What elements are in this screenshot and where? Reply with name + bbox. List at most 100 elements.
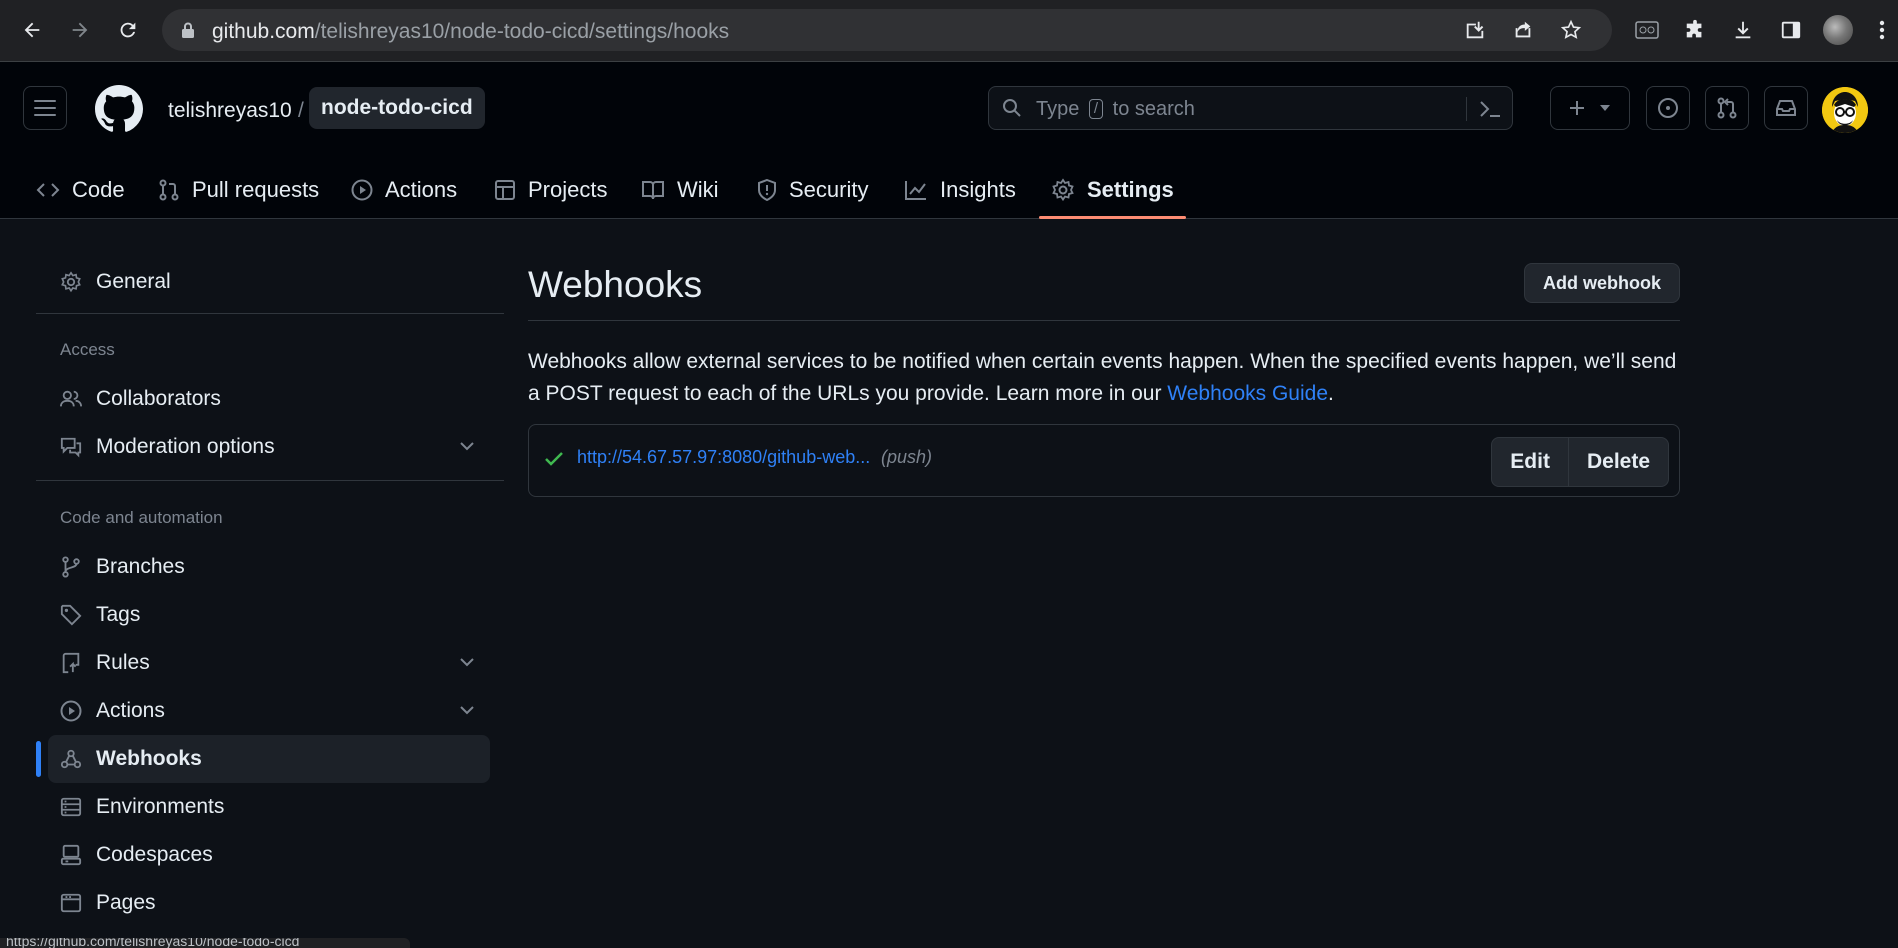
sidebar-item-tags[interactable]: Tags <box>48 591 490 639</box>
edit-webhook-button[interactable]: Edit <box>1492 438 1569 486</box>
create-new-button[interactable] <box>1550 86 1630 130</box>
webhook-actions: Edit Delete <box>1491 437 1669 487</box>
sidebar-item-label: Rules <box>96 651 150 674</box>
repo-name-link[interactable]: node-todo-cicd <box>309 87 485 129</box>
browser-icon <box>60 892 82 914</box>
tab-settings[interactable]: Settings <box>1039 162 1186 219</box>
webhooks-guide-link[interactable]: Webhooks Guide <box>1167 382 1328 405</box>
sidebar-item-label: Branches <box>96 555 185 578</box>
codespaces-icon <box>60 844 82 866</box>
table-icon <box>494 179 516 201</box>
extensions-puzzle-icon[interactable] <box>1679 14 1711 46</box>
repo-owner-link[interactable]: telishreyas10 <box>168 99 292 123</box>
check-icon <box>543 448 565 470</box>
search-shortcut-key: / <box>1088 99 1104 119</box>
pull-requests-button[interactable] <box>1705 86 1749 130</box>
search-icon <box>1002 98 1022 118</box>
search-placeholder-suffix: to search <box>1112 98 1195 120</box>
tab-actions[interactable]: Actions <box>351 162 457 218</box>
tab-projects[interactable]: Projects <box>494 162 607 218</box>
browser-profile-avatar[interactable] <box>1823 15 1853 45</box>
reload-button[interactable] <box>112 14 144 46</box>
github-header: telishreyas10 / node-todo-cicd Type / to… <box>0 62 1898 219</box>
webhook-events: (push) <box>881 447 933 467</box>
chevron-down-icon <box>458 701 476 719</box>
extension-icon[interactable] <box>1631 14 1663 46</box>
delete-webhook-button[interactable]: Delete <box>1569 438 1668 486</box>
page-title: Webhooks <box>528 264 703 305</box>
side-panel-icon[interactable] <box>1775 14 1807 46</box>
sidebar-item-label: Codespaces <box>96 843 213 866</box>
share-icon[interactable] <box>1510 17 1536 43</box>
issue-opened-icon <box>1658 98 1678 118</box>
sidebar-item-moderation[interactable]: Moderation options <box>48 423 490 471</box>
tab-wiki-label: Wiki <box>677 177 719 202</box>
sidebar-item-rules[interactable]: Rules <box>48 639 490 687</box>
sidebar-item-environments[interactable]: Environments <box>48 783 490 831</box>
graph-icon <box>904 179 928 201</box>
forward-button[interactable] <box>64 14 96 46</box>
downloads-icon[interactable] <box>1727 14 1759 46</box>
back-arrow-icon <box>24 22 40 38</box>
comment-discussion-icon <box>60 436 82 458</box>
sidebar-item-codespaces[interactable]: Codespaces <box>48 831 490 879</box>
command-palette-icon[interactable] <box>1479 99 1501 119</box>
inbox-button[interactable] <box>1764 86 1808 130</box>
back-button[interactable] <box>16 14 48 46</box>
tab-wiki[interactable]: Wiki <box>641 162 719 218</box>
tab-security-label: Security <box>789 177 869 202</box>
sidebar-item-label: Collaborators <box>96 387 221 410</box>
code-icon <box>36 180 60 200</box>
people-icon <box>60 388 82 410</box>
sidebar-item-actions[interactable]: Actions <box>48 687 490 735</box>
tab-settings-label: Settings <box>1087 177 1174 202</box>
book-icon <box>641 179 665 201</box>
sidebar-group-access: Access <box>60 340 115 359</box>
play-icon <box>351 179 373 201</box>
sidebar-item-label: Environments <box>96 795 225 818</box>
tab-code[interactable]: Code <box>36 162 125 218</box>
sidebar-item-pages[interactable]: Pages <box>48 879 490 927</box>
tab-code-label: Code <box>72 177 125 202</box>
git-branch-icon <box>60 556 82 578</box>
add-webhook-button[interactable]: Add webhook <box>1524 263 1680 303</box>
reload-icon <box>120 22 136 38</box>
user-avatar[interactable] <box>1822 87 1868 133</box>
pull-request-icon <box>158 179 180 201</box>
webhook-list-item: http://54.67.57.97:8080/github-web... (p… <box>528 424 1680 497</box>
github-logo-icon[interactable] <box>95 85 143 133</box>
sidebar-divider <box>36 480 504 481</box>
browser-toolbar: github.com/telishreyas10/node-todo-cicd/… <box>0 0 1898 62</box>
browser-menu-icon[interactable] <box>1866 14 1898 46</box>
sidebar-item-collaborators[interactable]: Collaborators <box>48 375 490 423</box>
description-text: Webhooks allow external services to be n… <box>528 350 1677 405</box>
sidebar-item-branches[interactable]: Branches <box>48 543 490 591</box>
install-app-icon[interactable] <box>1462 17 1488 43</box>
webhook-icon <box>60 748 82 770</box>
chevron-down-icon <box>458 653 476 671</box>
url-host: github.com <box>212 20 315 43</box>
global-nav-menu-button[interactable] <box>23 86 67 130</box>
webhook-url-link[interactable]: http://54.67.57.97:8080/github-web... <box>577 447 870 468</box>
address-url: github.com/telishreyas10/node-todo-cicd/… <box>212 20 729 44</box>
search-input[interactable]: Type / to search <box>988 86 1513 130</box>
sidebar-item-general[interactable]: General <box>48 258 490 306</box>
chevron-down-icon <box>458 437 476 455</box>
address-bar[interactable]: github.com/telishreyas10/node-todo-cicd/… <box>162 9 1612 51</box>
bookmark-star-icon[interactable] <box>1558 17 1584 43</box>
search-divider <box>1466 97 1467 121</box>
title-divider <box>528 320 1680 321</box>
play-icon <box>60 700 82 722</box>
sidebar-divider <box>36 313 504 314</box>
tag-icon <box>60 604 82 626</box>
tab-pull-requests[interactable]: Pull requests <box>158 162 319 218</box>
tab-insights[interactable]: Insights <box>904 162 1016 218</box>
avatar-illustration-icon <box>1822 87 1868 133</box>
lock-icon <box>180 21 196 39</box>
tab-security[interactable]: Security <box>757 162 868 218</box>
sidebar-item-webhooks[interactable]: Webhooks <box>36 735 490 783</box>
browser-status-bar: https://github.com/telishreyas10/node-to… <box>0 938 410 948</box>
issues-button[interactable] <box>1646 86 1690 130</box>
tab-projects-label: Projects <box>528 177 608 202</box>
url-path: /telishreyas10/node-todo-cicd/settings/h… <box>314 20 730 43</box>
